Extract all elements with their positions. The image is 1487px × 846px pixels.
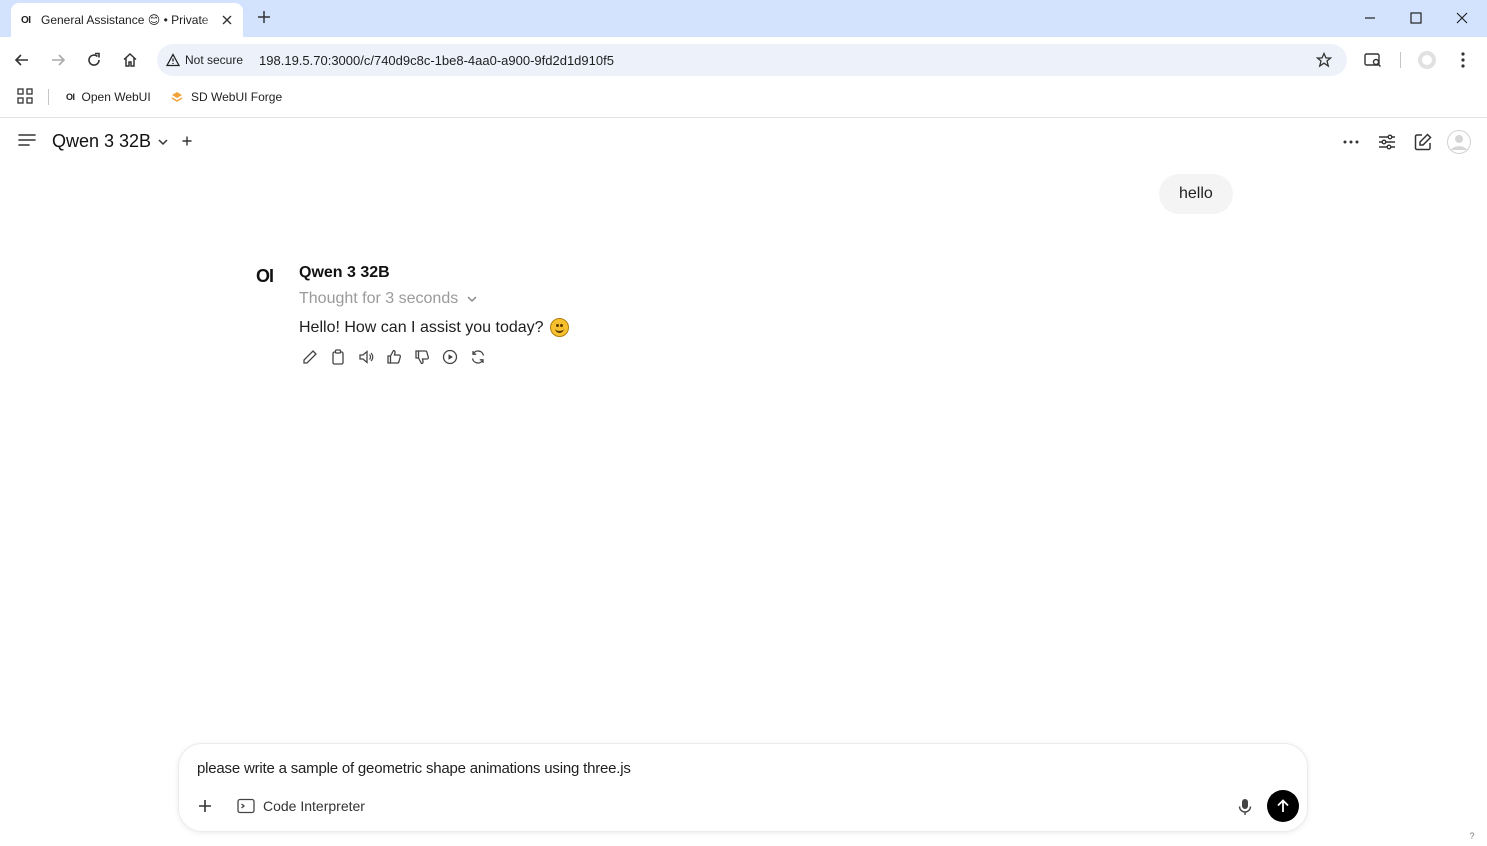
user-message-text: hello	[1179, 185, 1213, 202]
bookmark-label: Open WebUI	[81, 90, 151, 104]
model-logo: OI	[256, 266, 274, 286]
continue-play-icon[interactable]	[441, 348, 459, 366]
message-composer: please write a sample of geometric shape…	[178, 743, 1308, 832]
thumbs-down-icon[interactable]	[413, 348, 431, 366]
thought-toggle[interactable]: Thought for 3 seconds	[299, 290, 478, 308]
thumbs-up-icon[interactable]	[385, 348, 403, 366]
help-button[interactable]: ?	[1466, 830, 1478, 842]
model-selector[interactable]: Qwen 3 32B	[52, 131, 169, 152]
microphone-icon[interactable]	[1235, 796, 1255, 818]
open-webui-icon: OI	[66, 92, 75, 102]
browser-tab[interactable]: OI General Assistance 😊 • Private	[11, 3, 243, 37]
forward-button[interactable]	[47, 49, 69, 71]
send-button[interactable]	[1267, 790, 1299, 822]
regenerate-icon[interactable]	[469, 348, 487, 366]
smiley-emoji-icon	[549, 318, 569, 337]
attach-plus-button[interactable]	[195, 796, 215, 816]
forge-icon	[171, 92, 183, 102]
code-interpreter-toggle[interactable]: Code Interpreter	[237, 795, 365, 817]
bookmark-star-icon[interactable]	[1313, 49, 1335, 71]
browser-tab-strip: OI General Assistance 😊 • Private	[0, 0, 1487, 37]
bookmark-label: SD WebUI Forge	[191, 90, 283, 104]
user-message: hello	[1159, 174, 1233, 214]
copy-icon[interactable]	[329, 348, 347, 366]
arrow-up-icon	[1277, 799, 1289, 812]
add-model-button[interactable]	[180, 133, 194, 149]
assistant-reply-text: Hello! How can I assist you today?	[299, 318, 544, 336]
browser-toolbar: Not secure 198.19.5.70:3000/c/740d9c8c-1…	[0, 37, 1487, 83]
tab-title: General Assistance 😊 • Private	[41, 13, 219, 27]
new-tab-button[interactable]	[254, 7, 274, 27]
back-button[interactable]	[11, 49, 33, 71]
model-name-label: Qwen 3 32B	[52, 131, 152, 151]
maximize-button[interactable]	[1405, 8, 1427, 28]
assistant-reply: Hello! How can I assist you today?	[299, 318, 569, 337]
read-aloud-icon[interactable]	[357, 348, 375, 366]
apps-grid-icon[interactable]	[17, 88, 35, 106]
controls-sliders-icon[interactable]	[1375, 130, 1399, 154]
search-tabs-icon[interactable]	[1362, 49, 1384, 71]
profile-avatar-icon[interactable]	[1416, 49, 1438, 71]
new-chat-icon[interactable]	[1411, 130, 1435, 154]
bookmarks-bar: OI Open WebUI SD WebUI Forge	[0, 83, 1487, 111]
home-button[interactable]	[119, 49, 141, 71]
user-avatar[interactable]	[1447, 130, 1471, 154]
message-actions	[301, 348, 487, 366]
sidebar-toggle-icon[interactable]	[18, 133, 38, 151]
url-text[interactable]: 198.19.5.70:3000/c/740d9c8c-1be8-4aa0-a9…	[259, 53, 1313, 68]
edit-icon[interactable]	[301, 348, 319, 366]
code-interpreter-label: Code Interpreter	[263, 798, 365, 814]
tab-close-icon[interactable]	[219, 12, 235, 28]
minimize-button[interactable]	[1359, 8, 1381, 28]
chat-app: Qwen 3 32B hello OI Qwen 3 32B Thought f…	[0, 118, 1487, 846]
thought-label: Thought for 3 seconds	[299, 290, 459, 307]
terminal-icon	[237, 798, 255, 814]
bookmarks-divider	[48, 89, 49, 105]
bookmark-open-webui[interactable]: OI Open WebUI	[66, 87, 151, 107]
tab-favicon: OI	[21, 14, 31, 26]
app-header: Qwen 3 32B	[0, 118, 1487, 166]
chevron-down-icon	[467, 296, 477, 303]
security-label: Not secure	[185, 53, 244, 67]
assistant-name: Qwen 3 32B	[299, 264, 390, 281]
chevron-down-icon	[158, 138, 168, 145]
toolbar-divider	[1400, 52, 1401, 68]
reload-button[interactable]	[83, 49, 105, 71]
warning-icon	[166, 53, 180, 67]
prompt-input[interactable]: please write a sample of geometric shape…	[197, 760, 631, 777]
bookmark-sd-webui-forge[interactable]: SD WebUI Forge	[170, 87, 282, 107]
more-options-icon[interactable]	[1339, 130, 1363, 154]
security-indicator[interactable]: Not secure	[166, 48, 249, 72]
address-bar[interactable]: Not secure 198.19.5.70:3000/c/740d9c8c-1…	[157, 44, 1347, 76]
close-window-button[interactable]	[1451, 8, 1473, 28]
browser-menu-icon[interactable]	[1452, 49, 1474, 71]
